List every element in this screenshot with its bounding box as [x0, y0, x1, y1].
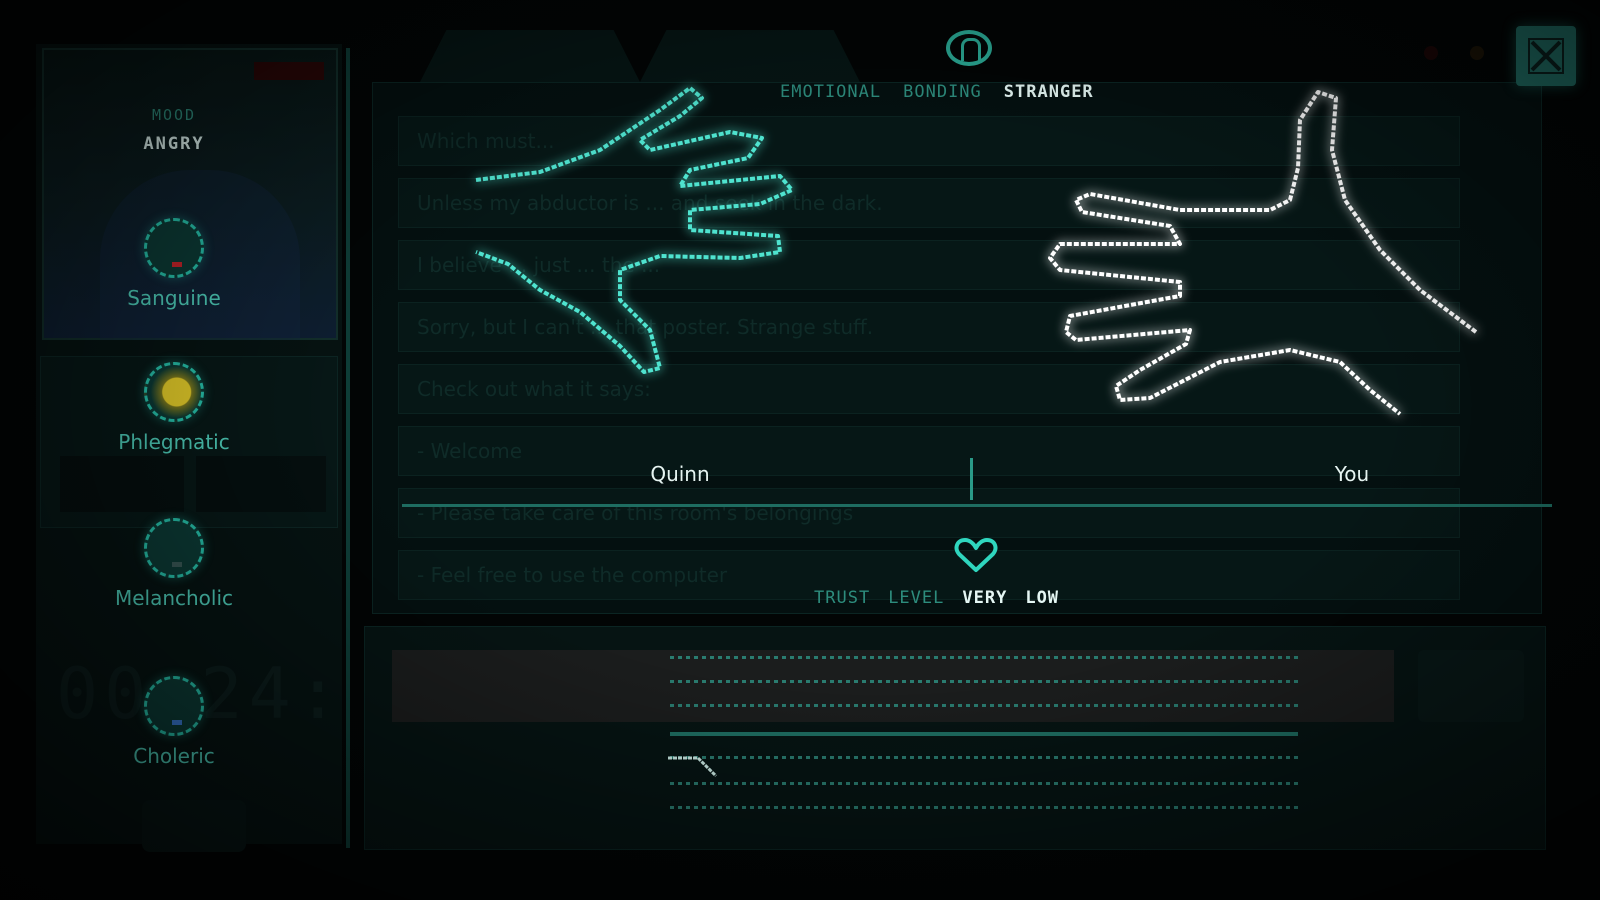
close-button[interactable]: [1516, 26, 1576, 86]
heart-outline-icon: [954, 538, 998, 572]
player-hand-icon: [1048, 90, 1478, 416]
quinn-hand-icon: [475, 86, 794, 374]
chat-input[interactable]: [392, 650, 1394, 722]
participants-row: Quinn You: [402, 456, 1552, 496]
input-dots: [670, 704, 1298, 707]
trust-value: VERY: [962, 588, 1008, 608]
input-dots: [670, 806, 1298, 809]
input-dots: [670, 782, 1298, 785]
trust-value: LOW: [1025, 588, 1060, 608]
input-dots: [670, 756, 1298, 759]
trust-word: TRUST: [814, 588, 871, 608]
trust-word: LEVEL: [888, 588, 945, 608]
input-separator: [670, 732, 1298, 736]
participant-quinn: Quinn: [650, 462, 710, 486]
participant-you: You: [1334, 462, 1370, 486]
participants-divider: [970, 458, 973, 500]
close-icon: [1528, 38, 1564, 74]
typing-cursor-icon: [668, 756, 718, 778]
input-dots: [670, 656, 1298, 659]
trust-level-readout: TRUST LEVEL VERY LOW: [814, 588, 1059, 608]
participants-underline: [402, 504, 1552, 507]
send-arrow-icon[interactable]: [1418, 650, 1524, 722]
input-dots: [670, 680, 1298, 683]
